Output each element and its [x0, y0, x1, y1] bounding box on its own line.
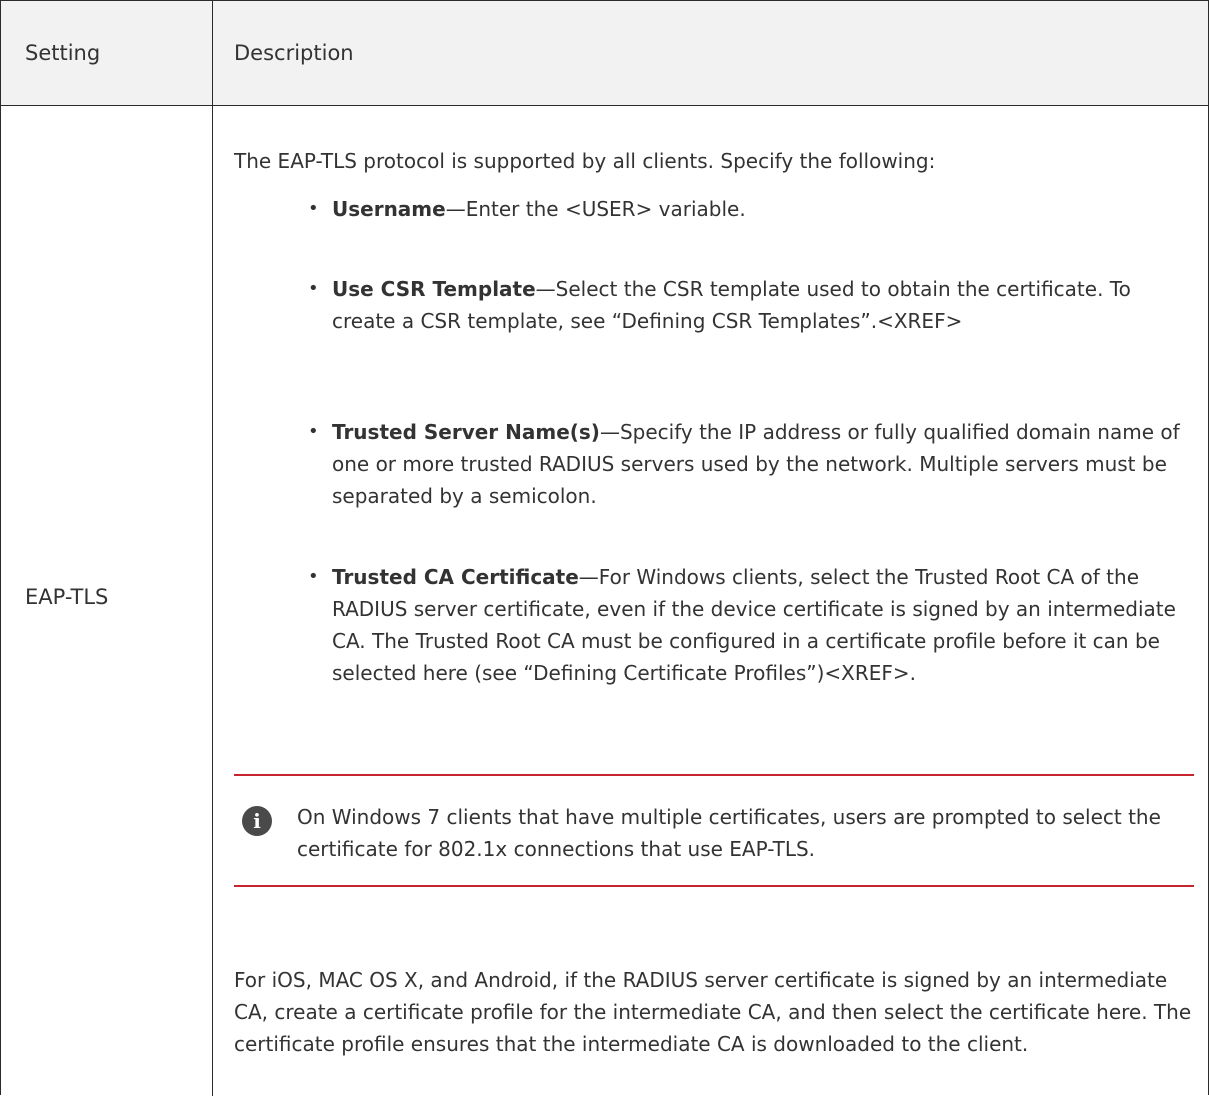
list-item-text: Username—Enter the <USER> variable. — [332, 193, 1194, 225]
list-item-text: Trusted Server Name(s)—Specify the IP ad… — [332, 416, 1194, 512]
header-description: Description — [234, 41, 354, 65]
list-item-text: Trusted CA Certificate—For Windows clien… — [332, 561, 1194, 689]
list-item-text: Use CSR Template—Select the CSR template… — [332, 273, 1194, 337]
bullet-icon: • — [308, 421, 319, 442]
list-item-term: Use CSR Template — [332, 277, 536, 301]
note-text: On Windows 7 clients that have multiple … — [297, 805, 1161, 861]
list-item-description: —Enter the <USER> variable. — [445, 197, 746, 221]
description-intro: The EAP-TLS protocol is supported by all… — [234, 149, 936, 173]
info-icon: i — [242, 806, 272, 836]
note-top-rule — [234, 774, 1194, 776]
list-item-term: Trusted Server Name(s) — [332, 420, 600, 444]
note-bottom-rule — [234, 885, 1194, 887]
description-closing: For iOS, MAC OS X, and Android, if the R… — [234, 968, 1192, 1056]
table-header-row: Setting Description — [1, 1, 1208, 106]
list-item-term: Trusted CA Certificate — [332, 565, 579, 589]
bullet-icon: • — [308, 198, 319, 219]
bullet-icon: • — [308, 278, 319, 299]
setting-name-cell: EAP-TLS — [25, 585, 109, 609]
header-setting: Setting — [25, 41, 101, 65]
settings-table: Setting Description EAP-TLS The EAP-TLS … — [0, 0, 1209, 1096]
column-divider — [212, 1, 213, 1096]
bullet-icon: • — [308, 566, 319, 587]
list-item-term: Username — [332, 197, 446, 221]
